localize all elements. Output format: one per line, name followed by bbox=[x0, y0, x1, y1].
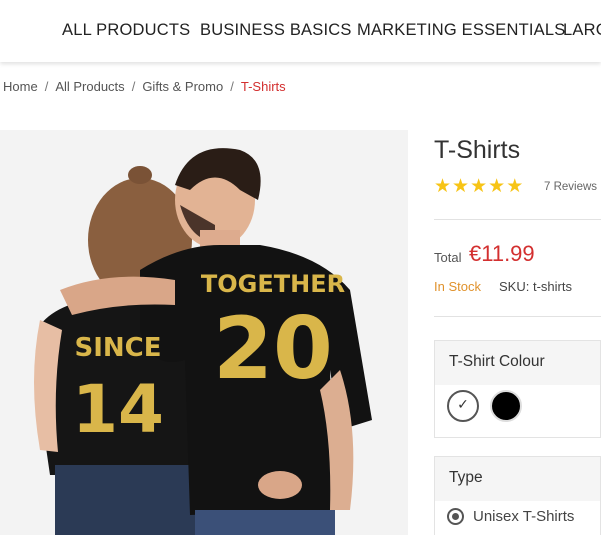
total-label: Total bbox=[434, 250, 462, 265]
colour-option-panel: T-Shirt Colour bbox=[434, 340, 601, 438]
product-image[interactable]: SINCE 14 TOGETHER 20 bbox=[0, 130, 408, 535]
colour-option-heading: T-Shirt Colour bbox=[435, 341, 600, 385]
breadcrumb-home[interactable]: Home bbox=[3, 79, 38, 94]
breadcrumb-current: T-Shirts bbox=[240, 79, 286, 94]
reviews-link[interactable]: 7 Reviews bbox=[544, 181, 597, 193]
stock-status: In Stock bbox=[434, 279, 481, 294]
nav-item-business-basics[interactable]: BUSINESS BASICS bbox=[200, 21, 352, 40]
total-price: €11.99 bbox=[469, 241, 535, 266]
star-icon: ★ bbox=[470, 176, 488, 197]
swatch-black[interactable] bbox=[490, 390, 522, 422]
nav-item-all-products[interactable]: ALL PRODUCTS bbox=[62, 21, 190, 40]
woman-jeans bbox=[55, 465, 195, 535]
breadcrumb-separator: / bbox=[230, 79, 234, 94]
check-icon: ✓ bbox=[457, 396, 469, 412]
shirt-print-20: 20 bbox=[213, 299, 333, 399]
type-radio-unisex[interactable] bbox=[447, 508, 464, 525]
product-photo-illustration: SINCE 14 TOGETHER 20 bbox=[0, 130, 408, 535]
nav-item-marketing-essentials[interactable]: MARKETING ESSENTIALS bbox=[357, 21, 565, 40]
breadcrumb-separator: / bbox=[131, 79, 136, 94]
type-option-heading: Type bbox=[435, 457, 600, 501]
breadcrumb: Home / All Products / Gifts & Promo / T-Shirts bbox=[3, 79, 286, 94]
top-navigation: ALL PRODUCTS BUSINESS BASICS MARKETING E… bbox=[0, 0, 601, 62]
star-icon: ★ bbox=[488, 176, 506, 197]
divider bbox=[434, 316, 601, 317]
breadcrumb-all-products[interactable]: All Products bbox=[55, 79, 124, 94]
nav-item-large[interactable]: LARG bbox=[563, 21, 601, 40]
star-icon: ★ bbox=[506, 176, 524, 197]
breadcrumb-gifts-promo[interactable]: Gifts & Promo bbox=[142, 79, 223, 94]
breadcrumb-separator: / bbox=[44, 79, 49, 94]
type-option-label[interactable]: Unisex T-Shirts bbox=[473, 508, 574, 525]
product-title: T-Shirts bbox=[434, 136, 521, 164]
star-rating: ★ ★ ★ ★ ★ bbox=[434, 177, 523, 196]
star-icon: ★ bbox=[452, 176, 470, 197]
shirt-print-together: TOGETHER bbox=[201, 270, 345, 298]
shirt-print-since: SINCE bbox=[74, 333, 161, 363]
divider bbox=[434, 219, 601, 220]
star-icon: ★ bbox=[434, 176, 452, 197]
shirt-print-14: 14 bbox=[72, 371, 164, 448]
sku-label: SKU: t-shirts bbox=[499, 279, 572, 294]
swatch-white[interactable]: ✓ bbox=[447, 390, 479, 422]
radio-selected-dot bbox=[452, 513, 459, 520]
